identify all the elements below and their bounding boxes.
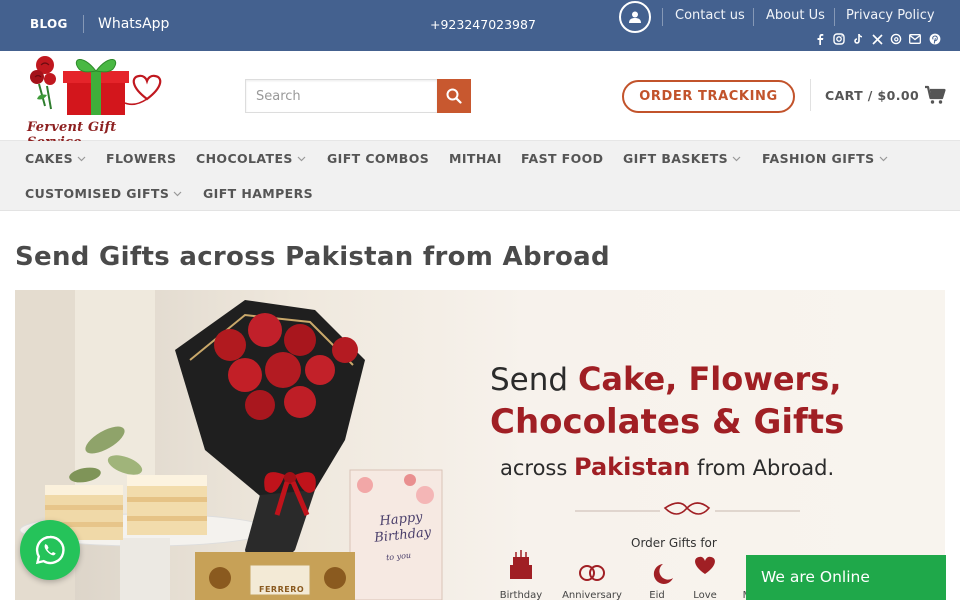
nav-item-chocolates[interactable]: CHOCOLATES xyxy=(196,151,306,166)
account-button[interactable] xyxy=(619,1,651,33)
cart-link[interactable]: CART / $0.00 xyxy=(825,88,919,103)
main-navigation: CAKES FLOWERS CHOCOLATES GIFT COMBOS MIT… xyxy=(0,141,960,211)
privacy-policy-link[interactable]: Privacy Policy xyxy=(846,8,935,23)
site-header: Fervent Gift Service Search ORDER TRACKI… xyxy=(0,51,960,150)
nav-item-gift-baskets[interactable]: GIFT BASKETS xyxy=(623,151,741,166)
pinterest-icon[interactable] xyxy=(929,33,941,45)
divider xyxy=(662,8,663,26)
page-title: Send Gifts across Pakistan from Abroad xyxy=(15,242,610,272)
search-icon xyxy=(446,88,462,104)
nav-item-fast-food[interactable]: FAST FOOD xyxy=(521,151,603,166)
banner-text: Send xyxy=(490,362,578,398)
tiktok-icon[interactable] xyxy=(852,33,864,45)
banner-headline: Send Cake, Flowers, xyxy=(490,360,842,398)
online-status-widget[interactable]: We are Online xyxy=(746,555,946,600)
nav-label: MITHAI xyxy=(449,151,502,166)
contact-us-link[interactable]: Contact us xyxy=(675,8,745,23)
chevron-down-icon xyxy=(77,156,86,162)
banner-text: from Abroad. xyxy=(690,456,835,480)
phone-link[interactable]: +923247023987 xyxy=(430,17,536,32)
about-us-link[interactable]: About Us xyxy=(766,8,825,23)
search-input[interactable]: Search xyxy=(245,79,438,113)
nav-label: GIFT HAMPERS xyxy=(203,186,314,201)
order-gifts-for-label: Order Gifts for xyxy=(631,536,717,550)
nav-label: CHOCOLATES xyxy=(196,151,293,166)
nav-item-customised-gifts[interactable]: CUSTOMISED GIFTS xyxy=(25,186,182,201)
ferrero-box-label: FERRERO xyxy=(259,585,305,594)
nav-item-gift-combos[interactable]: GIFT COMBOS xyxy=(327,151,429,166)
divider xyxy=(810,79,811,111)
banner-text: across xyxy=(500,456,574,480)
banner-highlight: Cake, Flowers, xyxy=(577,360,842,398)
nav-label: FASHION GIFTS xyxy=(762,151,875,166)
chevron-down-icon xyxy=(879,156,887,162)
nav-label: FAST FOOD xyxy=(521,151,604,166)
site-logo[interactable]: Fervent Gift Service xyxy=(27,51,172,150)
nav-item-gift-hampers[interactable]: GIFT HAMPERS xyxy=(203,186,313,201)
cart-icon[interactable] xyxy=(924,85,946,105)
order-tracking-button[interactable]: ORDER TRACKING xyxy=(622,80,795,113)
banner-highlight: Pakistan xyxy=(574,453,691,481)
whatsapp-chat-button[interactable] xyxy=(20,520,80,580)
instagram-icon[interactable] xyxy=(833,33,845,45)
whatsapp-link[interactable]: WhatsApp xyxy=(98,16,169,32)
divider xyxy=(834,8,835,26)
threads-icon[interactable] xyxy=(890,33,902,45)
search-button[interactable] xyxy=(437,79,471,113)
nav-label: GIFT COMBOS xyxy=(327,151,430,166)
nav-label: GIFT BASKETS xyxy=(623,151,729,166)
nav-label: CUSTOMISED GIFTS xyxy=(25,186,170,201)
blog-link[interactable]: BLOG xyxy=(30,17,68,31)
divider xyxy=(83,15,84,33)
occasion-birthday: Birthday xyxy=(499,590,543,600)
divider xyxy=(753,8,754,26)
nav-item-fashion-gifts[interactable]: FASHION GIFTS xyxy=(762,151,888,166)
banner-headline-2: Chocolates & Gifts xyxy=(490,402,845,442)
occasion-anniversary: Anniversary xyxy=(562,590,622,600)
banner-image xyxy=(15,290,800,600)
chevron-down-icon xyxy=(732,156,741,162)
nav-label: FLOWERS xyxy=(106,151,177,166)
whatsapp-icon xyxy=(35,535,65,565)
gift-logo-icon xyxy=(30,56,162,115)
greeting-card-text: Happy Birthday xyxy=(373,509,432,547)
nav-item-flowers[interactable]: FLOWERS xyxy=(106,151,176,166)
email-icon[interactable] xyxy=(909,33,921,45)
chevron-down-icon xyxy=(173,191,182,197)
x-icon[interactable] xyxy=(871,33,883,45)
nav-label: CAKES xyxy=(25,151,74,166)
top-bar: BLOG WhatsApp +923247023987 Contact us A… xyxy=(0,0,960,51)
nav-item-cakes[interactable]: CAKES xyxy=(25,151,86,166)
banner-subline: across Pakistan from Abroad. xyxy=(500,453,834,481)
nav-item-mithai[interactable]: MITHAI xyxy=(449,151,502,166)
user-icon xyxy=(629,11,641,23)
chevron-down-icon xyxy=(297,156,306,162)
hero-banner[interactable]: Send Cake, Flowers, Chocolates & Gifts a… xyxy=(15,290,945,600)
facebook-icon[interactable] xyxy=(814,33,826,45)
